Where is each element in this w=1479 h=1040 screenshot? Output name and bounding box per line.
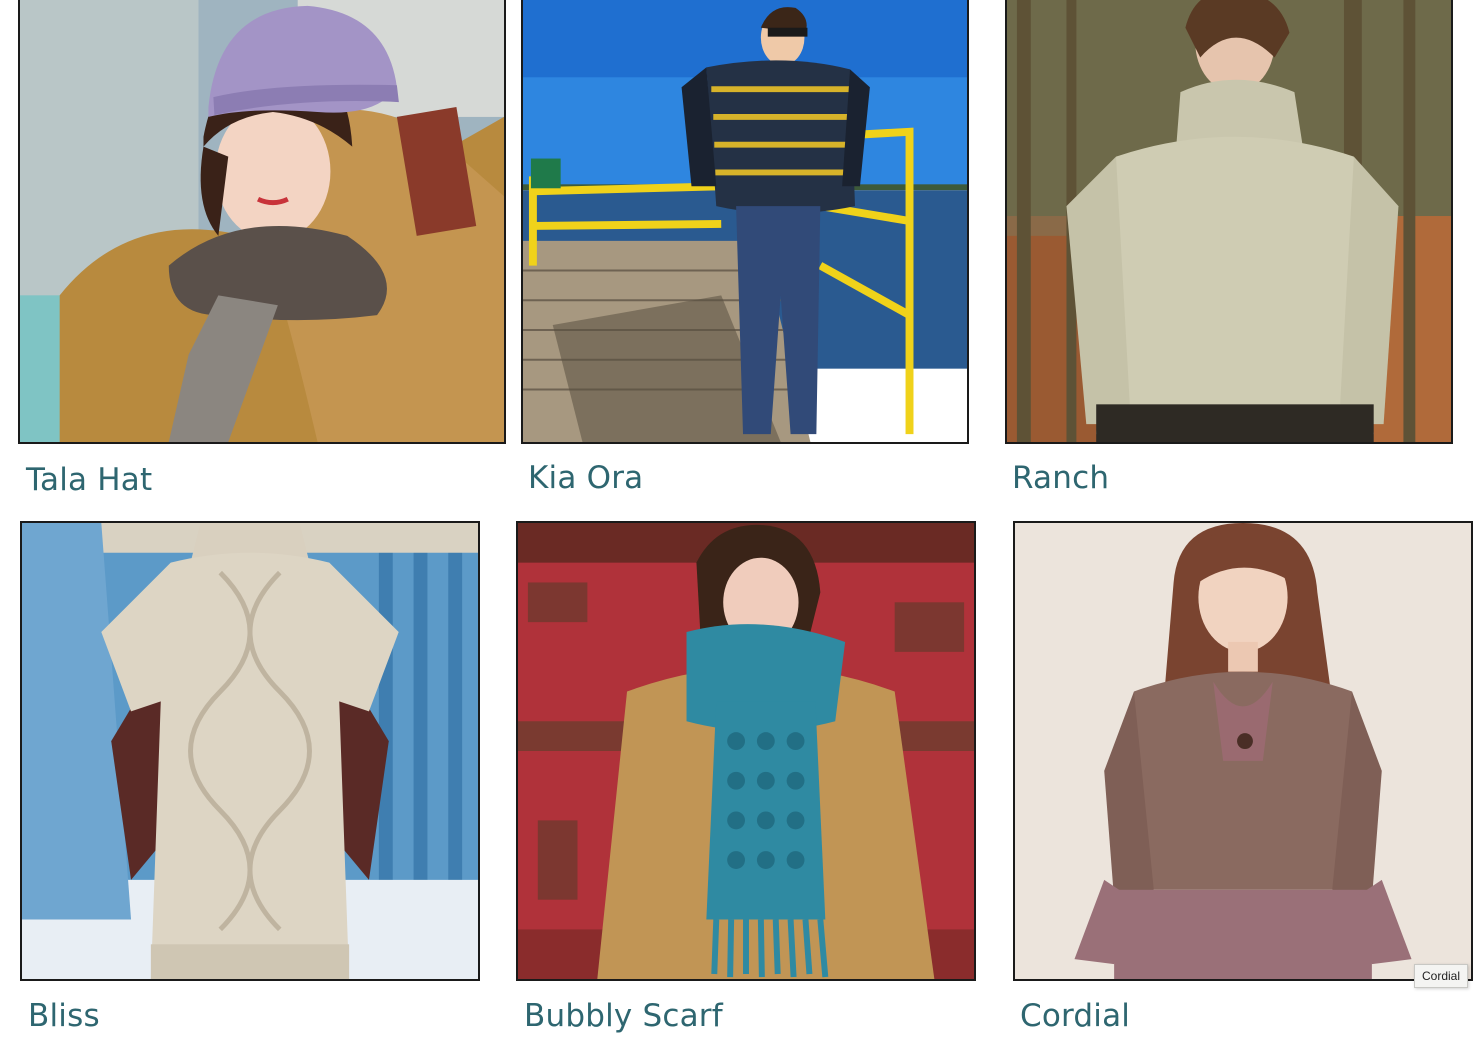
pattern-photo-ranch[interactable] [1005, 0, 1453, 444]
pattern-gallery: Tala Hat Kia Ora Ranch Bliss Bubbly Scar… [0, 0, 1479, 1040]
pattern-card-ranch[interactable]: Ranch [990, 0, 1479, 505]
photo-tooltip: Cordial [1414, 964, 1469, 988]
pattern-title-bliss[interactable]: Bliss [28, 998, 100, 1034]
pattern-title-ranch[interactable]: Ranch [1012, 460, 1109, 496]
pattern-photo-kia-ora[interactable] [521, 0, 969, 444]
pattern-title-cordial[interactable]: Cordial [1020, 998, 1130, 1034]
pattern-photo-tala-hat[interactable] [18, 0, 506, 444]
pattern-photo-bliss[interactable] [20, 521, 480, 981]
pattern-title-kia-ora[interactable]: Kia Ora [528, 460, 643, 496]
pattern-card-tala-hat[interactable]: Tala Hat [0, 0, 520, 505]
pattern-card-cordial[interactable]: Cordial [995, 505, 1479, 1040]
pattern-title-tala-hat[interactable]: Tala Hat [26, 462, 152, 498]
pattern-photo-cordial[interactable] [1013, 521, 1473, 981]
pattern-card-bubbly-scarf[interactable]: Bubbly Scarf [500, 505, 1000, 1040]
pattern-photo-bubbly-scarf[interactable] [516, 521, 976, 981]
pattern-card-bliss[interactable]: Bliss [0, 505, 505, 1040]
pattern-title-bubbly-scarf[interactable]: Bubbly Scarf [524, 998, 723, 1034]
pattern-card-kia-ora[interactable]: Kia Ora [505, 0, 995, 505]
